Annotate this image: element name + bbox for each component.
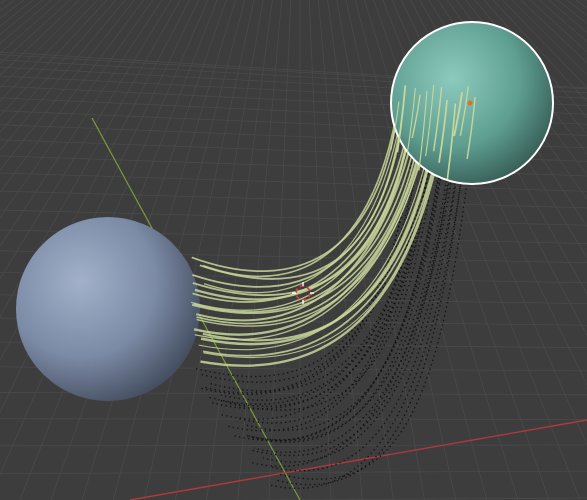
hair-strand [192,126,411,296]
object-origin-dot [467,100,473,106]
viewport-canvas[interactable] [0,0,587,500]
grid-line [175,0,264,500]
particle-trail [209,144,428,392]
sphere-left[interactable] [16,217,200,401]
x-axis-line [129,419,587,500]
grid-line [0,190,587,209]
3d-viewport[interactable] [0,0,587,500]
grid-line [308,0,332,500]
grid-line [0,418,587,420]
3d-cursor[interactable] [292,282,314,304]
grid-line [206,0,273,500]
grid-line [0,444,587,447]
